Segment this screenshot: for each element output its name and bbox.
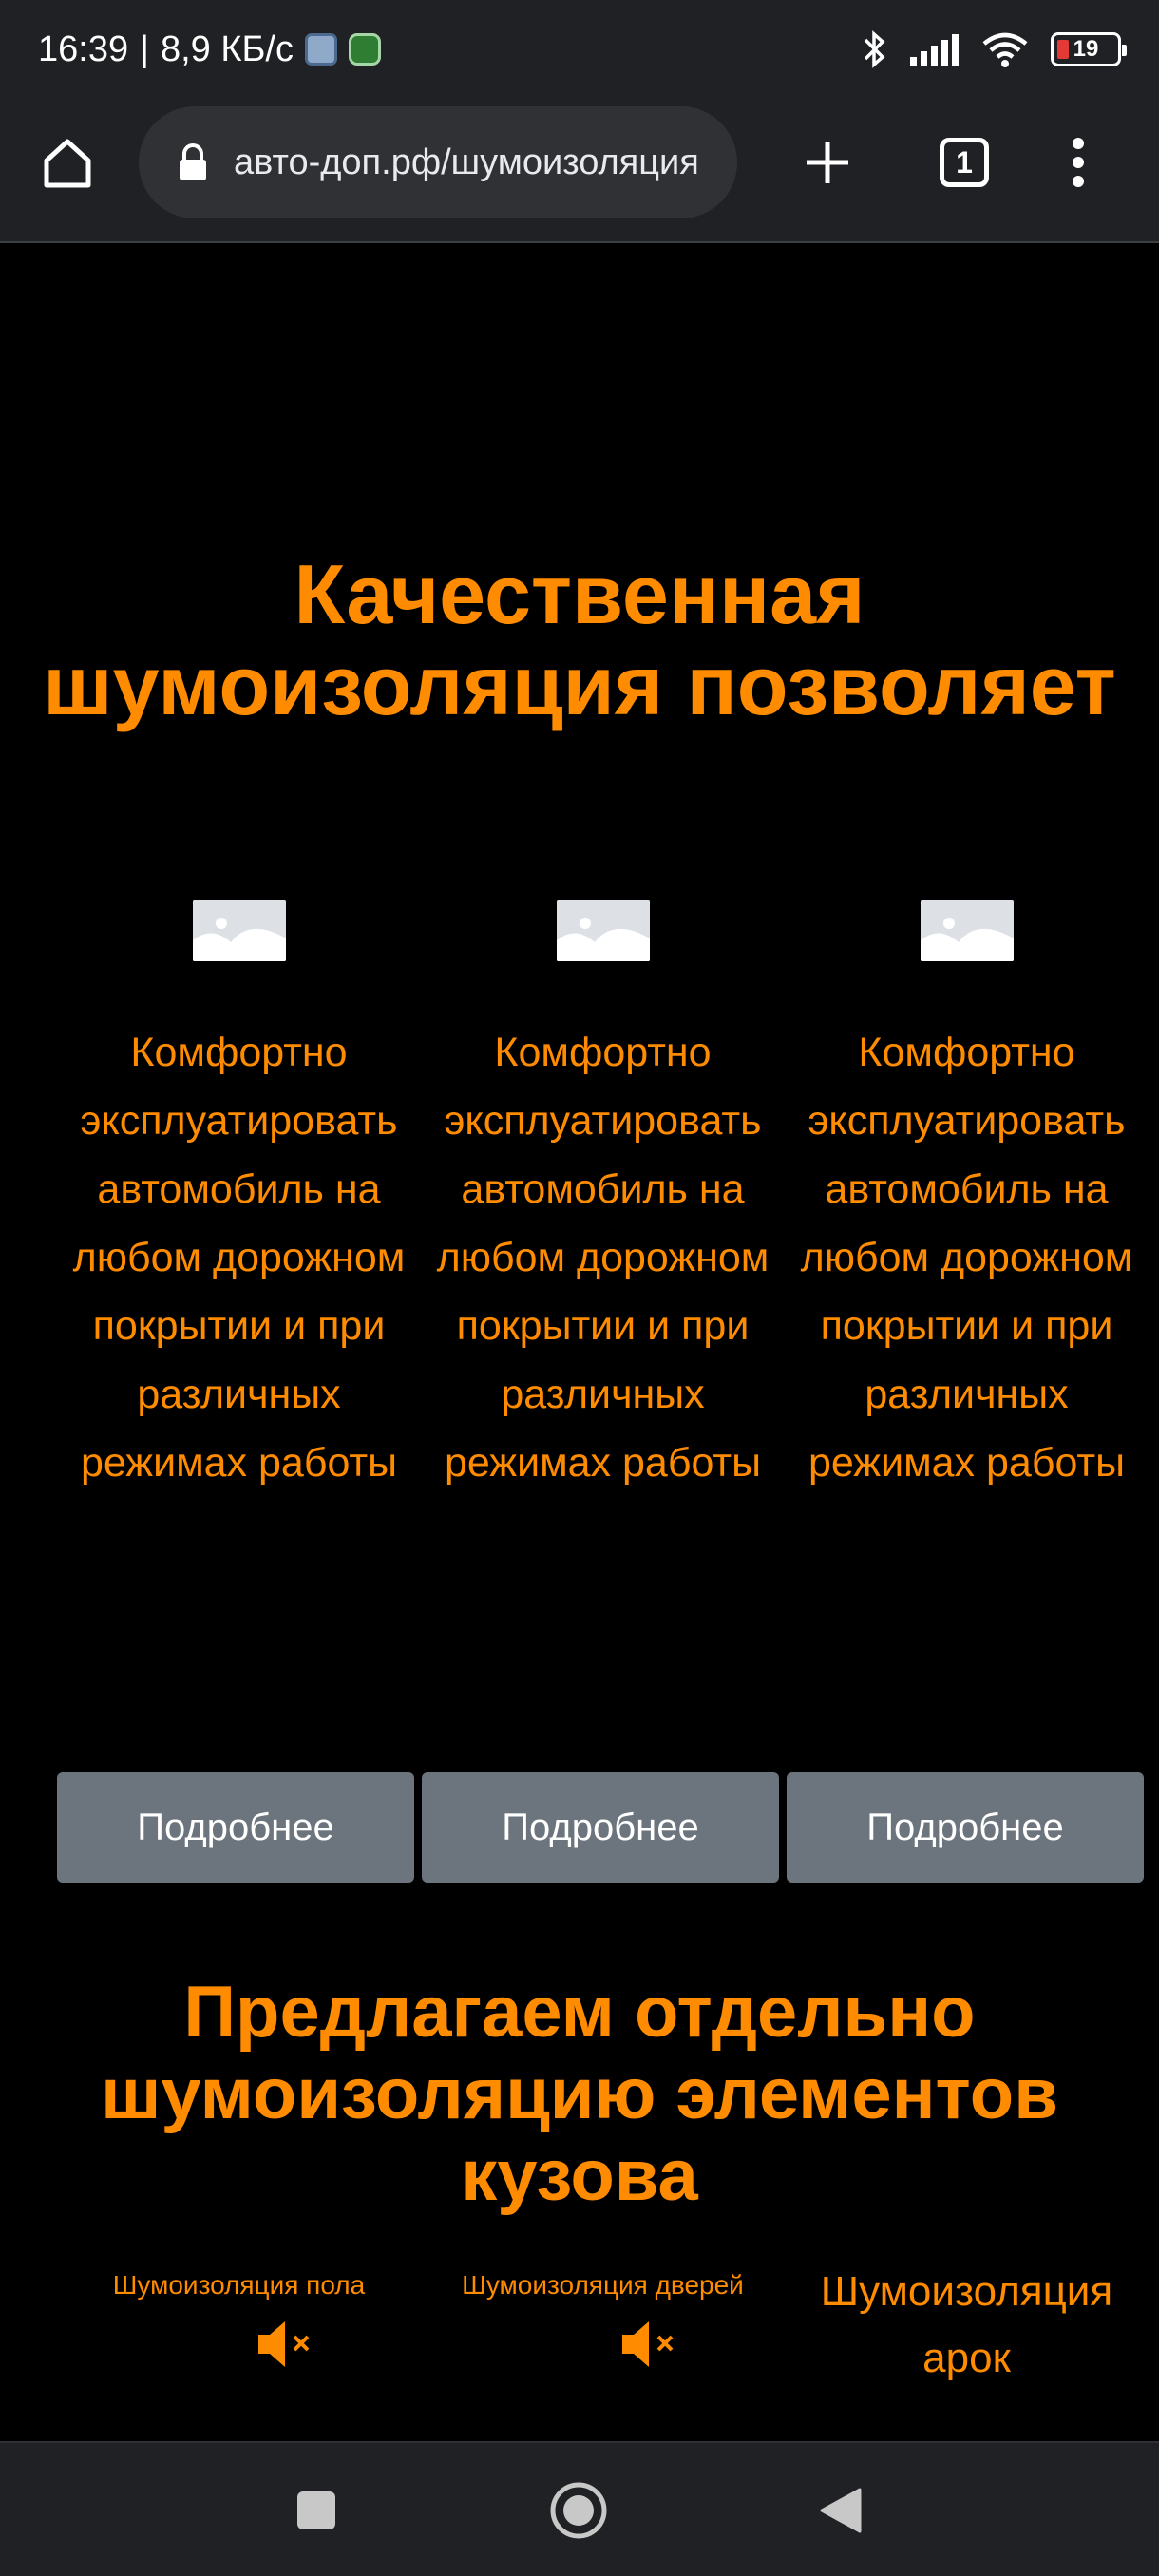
body-elements-list: Шумоизоляция пола Шумоизоляция дверей Шу… [57,2259,1159,2392]
tab-count: 1 [956,144,973,180]
security-app-icon [348,33,381,66]
feature-item: Комфортно эксплуатировать автомобиль на … [421,900,785,1497]
status-bar: 16:39 | 8,9 КБ/с 19 [0,0,1159,99]
notes-app-icon [304,33,337,66]
status-time: 16:39 [38,28,129,69]
more-buttons-row: Подробнее Подробнее Подробнее [57,1772,1144,1883]
recents-button[interactable] [283,2477,350,2544]
url-text: авто-доп.рф/шумоизоляция [234,142,699,182]
status-separator: | [140,28,149,69]
element-title: Шумоизоляция пола [112,2270,366,2300]
element-item-floor[interactable]: Шумоизоляция пола [57,2259,421,2392]
home-circle-icon [550,2482,607,2539]
wifi-icon [982,32,1028,67]
element-title: Шумоизоляция арок [820,2268,1113,2381]
feature-text: Комфортно эксплуатировать автомобиль на … [72,1030,406,1486]
muted-speaker-icon[interactable] [618,2318,679,2371]
back-button[interactable] [808,2477,874,2544]
more-button[interactable]: Подробнее [422,1772,779,1883]
new-tab-button[interactable] [785,120,870,205]
tab-switcher-icon: 1 [940,138,989,187]
battery-level: 19 [1073,36,1099,62]
element-item-doors[interactable]: Шумоизоляция дверей [421,2259,785,2392]
image-placeholder-icon [920,900,1014,961]
menu-button[interactable] [1036,120,1121,205]
back-triangle-icon [820,2488,862,2533]
home-button[interactable] [25,120,110,205]
features-list: Комфортно эксплуатировать автомобиль на … [57,900,1159,1497]
element-title: Шумоизоляция дверей [462,2270,744,2300]
address-bar[interactable]: авто-доп.рф/шумоизоляция [139,106,737,218]
lock-icon [180,143,206,180]
feature-item: Комфортно эксплуатировать автомобиль на … [57,900,421,1497]
menu-icon [1073,138,1084,187]
image-placeholder-icon [192,900,286,961]
image-placeholder-icon [556,900,650,961]
web-page: Качественная шумоизоляция позволяет Комф… [0,245,1159,2441]
element-item-arches[interactable]: Шумоизоляция арок [785,2259,1149,2392]
status-left: 16:39 | 8,9 КБ/с [38,29,381,70]
recents-square-icon [297,2491,335,2529]
tab-switcher-button[interactable]: 1 [922,120,1007,205]
feature-item: Комфортно эксплуатировать автомобиль на … [785,900,1149,1497]
feature-text: Комфортно эксплуатировать автомобиль на … [436,1030,770,1486]
status-net-speed: 8,9 КБ/с [160,28,294,69]
status-right: 19 [863,30,1127,68]
muted-speaker-icon[interactable] [255,2318,315,2371]
more-button[interactable]: Подробнее [787,1772,1144,1883]
more-button[interactable]: Подробнее [57,1772,414,1883]
signal-icon [910,34,959,66]
offer-heading: Предлагаем отдельно шумоизоляцию элемент… [101,1972,1058,2216]
new-tab-icon [807,142,848,183]
system-nav-bar [0,2441,1159,2576]
home-nav-button[interactable] [545,2477,612,2544]
feature-text: Комфортно эксплуатировать автомобиль на … [800,1030,1133,1486]
bluetooth-icon [864,30,885,68]
battery-indicator: 19 [1051,32,1127,66]
main-heading: Качественная шумоизоляция позволяет [43,547,1116,732]
home-icon [44,139,91,188]
